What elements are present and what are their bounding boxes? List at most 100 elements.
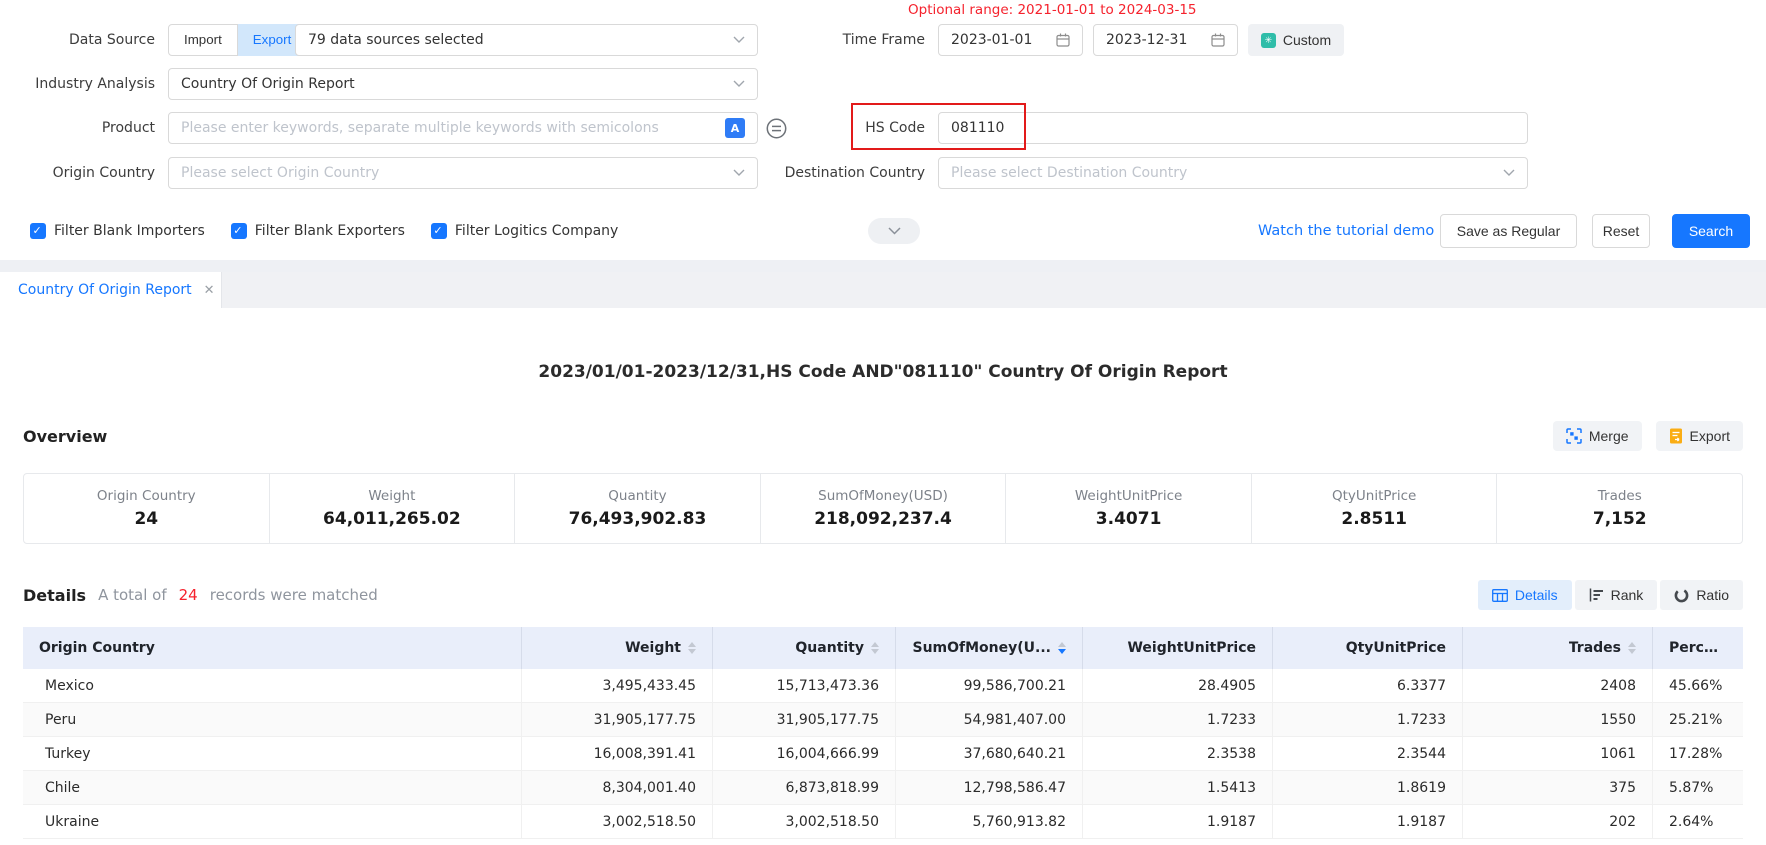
cell-qtyunitprice: 6.3377 [1273, 669, 1463, 702]
view-details-button[interactable]: Details [1478, 580, 1572, 610]
cell-qtyunitprice: 2.3544 [1273, 737, 1463, 770]
data-source-toggle: Import Export [168, 24, 306, 56]
table-header-row: Origin Country Weight Quantity SumOfMoney(U… [23, 627, 1743, 669]
stat-label: SumOfMoney(USD) [818, 488, 948, 504]
checkbox-checked-icon [30, 223, 46, 239]
export-button[interactable]: Export [1656, 421, 1743, 451]
cell-percenta: 2.64% [1653, 805, 1743, 838]
cell-weightunitprice: 1.7233 [1083, 703, 1273, 736]
cell-trades: 2408 [1463, 669, 1653, 702]
end-date-input[interactable]: 2023-12-31 [1093, 24, 1238, 56]
cell-weight: 3,002,518.50 [522, 805, 713, 838]
sort-asc-caret [688, 642, 696, 647]
calendar-icon[interactable] [1211, 33, 1225, 47]
tutorial-demo-link[interactable]: Watch the tutorial demo [1258, 214, 1434, 248]
stat-label: Quantity [608, 488, 666, 504]
cell-percenta: 5.87% [1653, 771, 1743, 804]
overview-heading: Overview [23, 427, 107, 446]
stat-label: Weight [368, 488, 415, 504]
export-file-icon [1669, 428, 1683, 444]
column-header-label: Percenta... [1669, 640, 1727, 656]
cell-weightunitprice: 1.9187 [1083, 805, 1273, 838]
column-header-trades[interactable]: Trades [1463, 627, 1653, 669]
report-title: 2023/01/01-2023/12/31,HS Code AND"081110… [0, 308, 1766, 382]
column-header-percenta: Percenta... [1653, 627, 1743, 669]
hs-code-input[interactable]: 081110 [938, 112, 1528, 144]
cell-percenta: 25.21% [1653, 703, 1743, 736]
industry-analysis-value: Country Of Origin Report [181, 76, 725, 92]
filter-logistics-company-checkbox[interactable]: Filter Logitics Company [431, 223, 618, 239]
view-rank-button[interactable]: Rank [1575, 580, 1658, 610]
chevron-down-icon [1503, 169, 1515, 177]
sort-asc-caret [871, 642, 879, 647]
merge-label: Merge [1589, 428, 1629, 444]
translate-icon[interactable]: A [725, 118, 745, 138]
filter-checkbox-row: Filter Blank Importers Filter Blank Expo… [30, 214, 618, 248]
cell-origin-country: Mexico [23, 669, 522, 702]
tab-title: Country Of Origin Report [18, 282, 192, 298]
search-button[interactable]: Search [1672, 214, 1750, 248]
cell-weight: 3,495,433.45 [522, 669, 713, 702]
view-ratio-button[interactable]: Ratio [1660, 580, 1743, 610]
overview-actions: Merge Export [1553, 421, 1743, 451]
industry-analysis-label: Industry Analysis [0, 68, 155, 100]
reset-button[interactable]: Reset [1592, 214, 1650, 248]
column-header-weight[interactable]: Weight [522, 627, 713, 669]
sort-asc-caret [1058, 642, 1066, 647]
sort-desc-caret [871, 649, 879, 654]
sort-carets[interactable] [1628, 642, 1636, 654]
sort-carets[interactable] [871, 642, 879, 654]
page: Optional range: 2021-01-01 to 2024-03-15… [0, 0, 1766, 845]
industry-analysis-select[interactable]: Country Of Origin Report [168, 68, 758, 100]
details-header-row: Details A total of 24 records were match… [23, 580, 1743, 610]
cell-quantity: 31,905,177.75 [713, 703, 896, 736]
origin-country-select[interactable]: Please select Origin Country [168, 157, 758, 189]
import-toggle-button[interactable]: Import [168, 24, 238, 56]
column-header-quantity[interactable]: Quantity [713, 627, 896, 669]
start-date-input[interactable]: 2023-01-01 [938, 24, 1083, 56]
column-header-label: Weight [625, 640, 681, 656]
chevron-down-icon [733, 169, 745, 177]
product-label: Product [0, 112, 155, 144]
calendar-icon[interactable] [1056, 33, 1070, 47]
search-filter-panel: Optional range: 2021-01-01 to 2024-03-15… [0, 0, 1766, 260]
stat-label: Origin Country [97, 488, 196, 504]
save-as-regular-button[interactable]: Save as Regular [1440, 214, 1577, 248]
custom-timeframe-button[interactable]: ✳ Custom [1248, 24, 1344, 56]
table-row-chile: Chile8,304,001.406,873,818.9912,798,586.… [23, 771, 1743, 805]
checkbox-label: Filter Blank Importers [54, 223, 205, 239]
origin-country-label: Origin Country [0, 157, 155, 189]
destination-country-select[interactable]: Please select Destination Country [938, 157, 1528, 189]
cell-sumofmoney-u: 37,680,640.21 [896, 737, 1083, 770]
data-sources-select[interactable]: 79 data sources selected [295, 24, 758, 56]
cell-origin-country: Turkey [23, 737, 522, 770]
end-date-value: 2023-12-31 [1106, 32, 1203, 48]
ratio-donut-icon [1674, 588, 1689, 603]
sort-desc-caret [1058, 649, 1066, 654]
cell-quantity: 15,713,473.36 [713, 669, 896, 702]
filter-blank-importers-checkbox[interactable]: Filter Blank Importers [30, 223, 205, 239]
close-icon[interactable]: ✕ [204, 283, 215, 298]
sort-carets[interactable] [1058, 642, 1066, 654]
stat-qtyunitprice: QtyUnitPrice2.8511 [1251, 474, 1497, 543]
filter-blank-exporters-checkbox[interactable]: Filter Blank Exporters [231, 223, 405, 239]
cell-trades: 1061 [1463, 737, 1653, 770]
stat-value: 3.4071 [1096, 509, 1162, 529]
stat-trades: Trades7,152 [1496, 474, 1742, 543]
stat-quantity: Quantity76,493,902.83 [514, 474, 760, 543]
column-header-label: SumOfMoney(U... [913, 640, 1052, 656]
merge-button[interactable]: Merge [1553, 421, 1642, 451]
column-header-label: Origin Country [39, 640, 155, 656]
overview-header-row: Overview Merge Export [23, 420, 1743, 452]
time-frame-label: Time Frame [758, 24, 925, 56]
stat-value: 2.8511 [1341, 509, 1407, 529]
column-header-sumofmoney-u[interactable]: SumOfMoney(U... [896, 627, 1083, 669]
table-body: Mexico3,495,433.4515,713,473.3699,586,70… [23, 669, 1743, 839]
expand-filters-button[interactable] [868, 218, 920, 244]
tab-country-of-origin-report[interactable]: Country Of Origin Report ✕ [0, 272, 222, 308]
export-label: Export [1690, 428, 1730, 444]
column-header-label: Quantity [795, 640, 864, 656]
product-keywords-input[interactable]: Please enter keywords, separate multiple… [168, 112, 758, 144]
sort-carets[interactable] [688, 642, 696, 654]
total-count: 24 [179, 586, 198, 604]
